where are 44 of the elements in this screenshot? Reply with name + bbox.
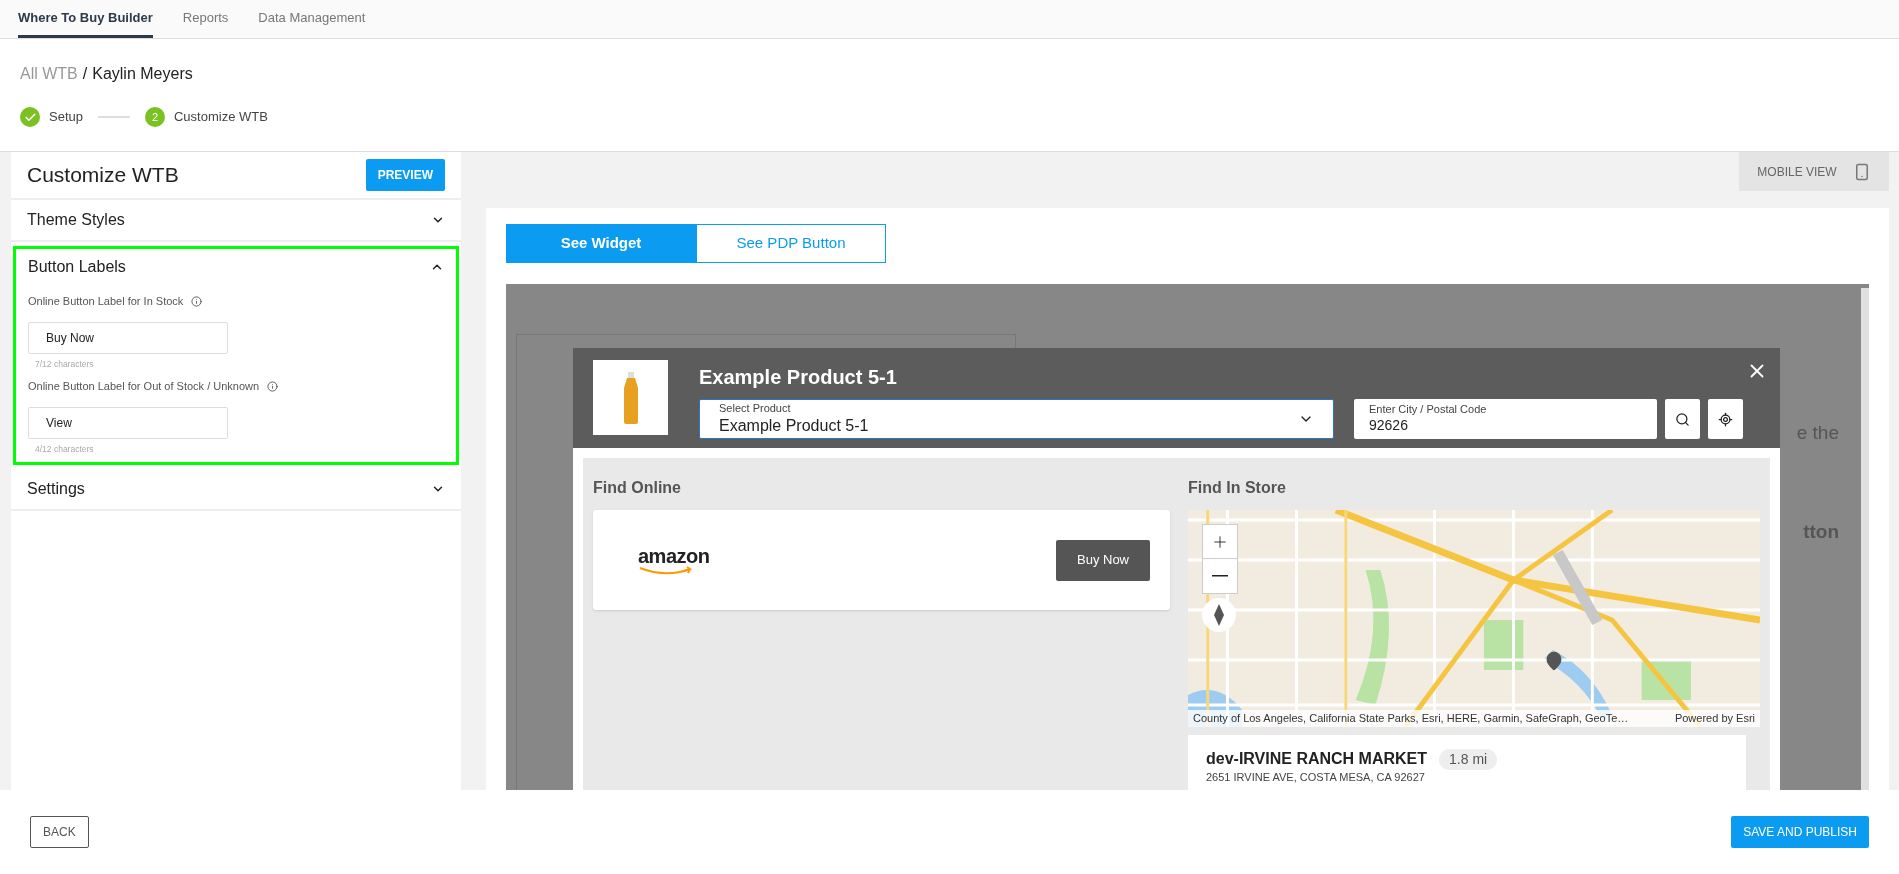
store-name: dev-IRVINE RANCH MARKET — [1206, 749, 1428, 769]
bottle-icon — [621, 371, 640, 424]
field-label: Online Button Label for Out of Stock / Unknown — [28, 379, 260, 395]
panel-title: Customize WTB — [27, 162, 179, 189]
retailer-logo: amazon — [638, 545, 710, 566]
step-label: Setup — [49, 108, 83, 127]
nav-tab[interactable]: Data Management — [258, 0, 366, 38]
locate-button[interactable] — [1708, 399, 1743, 439]
character-counter: 7/12 characters — [35, 357, 95, 371]
compass-icon — [1214, 604, 1224, 626]
nav-tab[interactable]: Where To Buy Builder — [18, 0, 153, 38]
section-title: Find Online — [593, 478, 682, 498]
minus-icon — [1212, 575, 1228, 577]
input-field[interactable]: View — [28, 406, 228, 439]
mobile-view-button[interactable]: MOBILE VIEW — [1739, 152, 1889, 191]
input-field[interactable]: Buy Now — [28, 321, 228, 354]
smile-icon — [638, 565, 694, 575]
map-attribution: County of Los Angeles, California State Parks, Esri, HERE, Garmin, SafeGraph, GeoTe… — [1193, 711, 1629, 727]
location-field[interactable]: Enter City / Postal Code 92626 — [1354, 399, 1657, 439]
breadcrumb-separator: / — [82, 64, 88, 84]
step-label: Customize WTB — [174, 108, 268, 127]
product-select[interactable]: Select Product Example Product 5-1 — [699, 399, 1334, 439]
section-title: Find In Store — [1188, 478, 1287, 498]
store-address: 2651 IRVINE AVE, COSTA MESA, CA 92627 — [1206, 771, 1426, 785]
scrollbar[interactable] — [1861, 288, 1869, 790]
step-number: 2 — [145, 107, 165, 127]
back-button[interactable]: BACK — [30, 816, 89, 848]
map-pin-icon — [1544, 651, 1564, 671]
character-counter: 4/12 characters — [35, 442, 95, 456]
product-title: Example Product 5-1 — [699, 365, 897, 390]
buy-now-button[interactable]: Buy Now — [1056, 539, 1150, 581]
accordion-header[interactable]: Theme Styles — [11, 200, 461, 240]
distance-badge: 1.8 mi — [1439, 748, 1498, 770]
accordion-header[interactable]: Button Labels — [16, 249, 456, 285]
info-icon[interactable] — [267, 381, 279, 392]
nav-tab[interactable]: Reports — [182, 0, 229, 38]
crosshair-icon — [1718, 411, 1733, 427]
accordion-header[interactable]: Settings — [11, 468, 461, 509]
search-icon — [1675, 411, 1690, 427]
field-label: Online Button Label for In Stock — [28, 294, 184, 309]
map-powered-by: Powered by Esri — [1674, 711, 1755, 727]
breadcrumb-current: Kaylin Meyers — [92, 64, 193, 84]
search-button[interactable] — [1665, 399, 1700, 439]
info-icon[interactable] — [191, 295, 203, 307]
